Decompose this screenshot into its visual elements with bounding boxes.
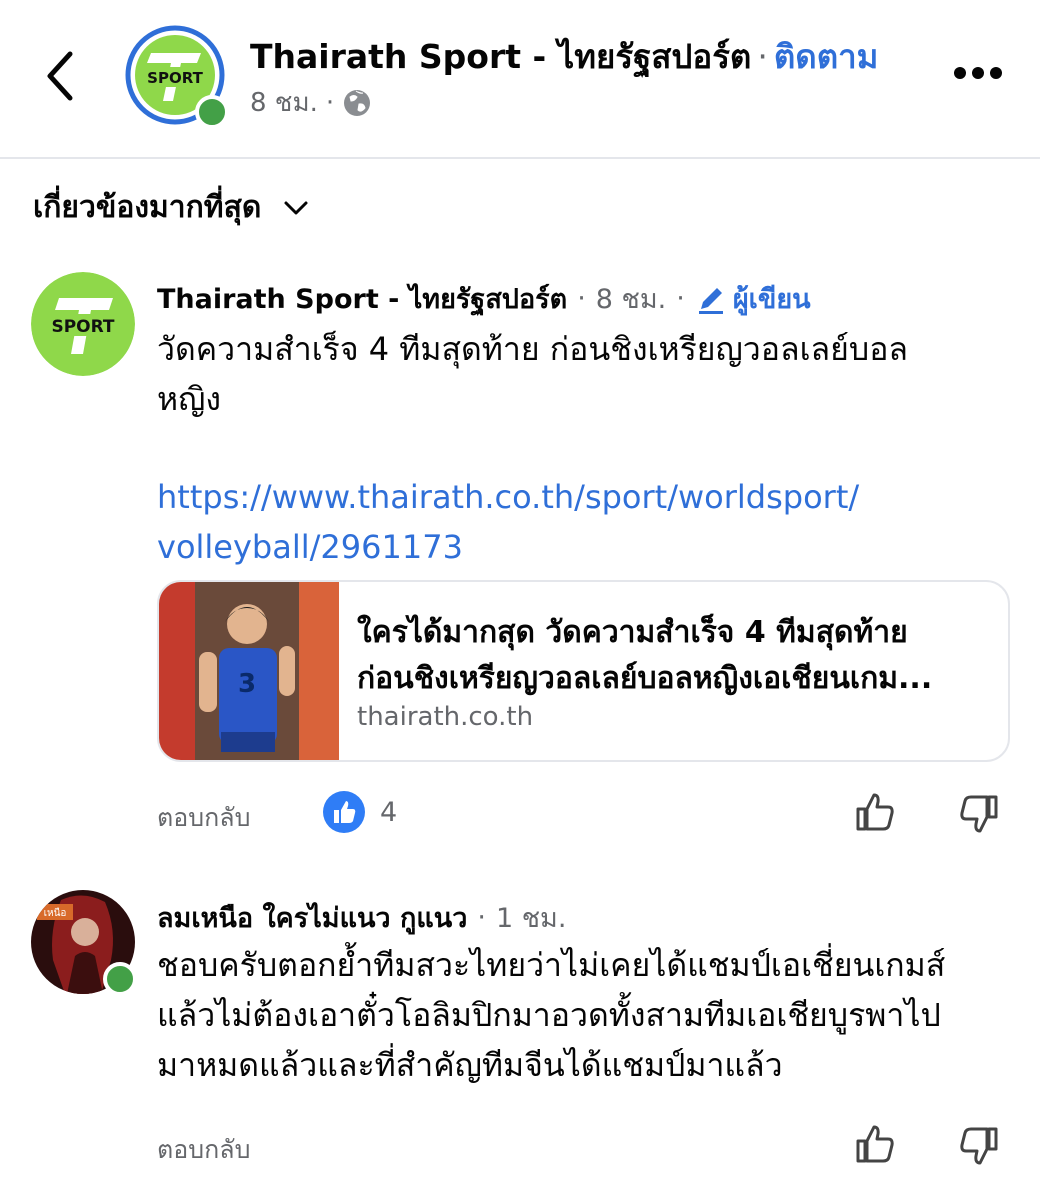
reaction-summary[interactable]: 4	[322, 790, 397, 834]
online-indicator	[195, 95, 229, 129]
post-time[interactable]: 8 ชม.	[250, 82, 318, 123]
comment-avatar[interactable]: เหนือ	[31, 890, 137, 996]
comment-link[interactable]: https://www.thairath.co.th/sport/worldsp…	[157, 472, 859, 572]
comment-text-line: ชอบครับตอกย้ำทีมสวะไทยว่าไม่เคยได้แชมป์เ…	[157, 946, 946, 984]
link-line[interactable]: volleyball/2961173	[157, 522, 859, 572]
author-badge: ผู้เขียน	[732, 284, 811, 315]
reply-button[interactable]: ตอบกลับ	[157, 1130, 250, 1170]
comment-avatar[interactable]: SPORT	[31, 272, 135, 376]
globe-icon	[344, 89, 371, 116]
link-line[interactable]: https://www.thairath.co.th/sport/worldsp…	[157, 472, 859, 522]
link-preview-title: ใครได้มากสุด วัดความสำเร็จ 4 ทีมสุดท้าย …	[357, 610, 932, 702]
page-name[interactable]: Thairath Sport - ไทยรัฐสปอร์ต	[250, 37, 751, 76]
online-indicator	[103, 962, 137, 996]
comment-text: วัดความสำเร็จ 4 ทีมสุดท้าย ก่อนชิงเหรียญ…	[157, 324, 908, 424]
header-divider	[0, 157, 1040, 159]
comment-time[interactable]: 8 ชม.	[596, 277, 666, 320]
thumbs-down-icon	[960, 795, 998, 833]
link-preview-domain: thairath.co.th	[357, 702, 534, 732]
comment-text: ชอบครับตอกย้ำทีมสวะไทยว่าไม่เคยได้แชมป์เ…	[157, 940, 945, 1090]
comment-author-row: ลมเหนือ ใครไม่แนว กูแนว · 1 ชม.	[157, 896, 566, 939]
card-title-line: ก่อนชิงเหรียญวอลเลย์บอลหญิงเอเชียนเกม...	[357, 661, 933, 696]
header-title-row: Thairath Sport - ไทยรัฐสปอร์ต · ติดตาม	[250, 30, 878, 83]
like-count: 4	[380, 796, 398, 828]
comment-author[interactable]: ลมเหนือ ใครไม่แนว กูแนว	[157, 896, 467, 939]
link-preview-image: 3	[159, 582, 339, 760]
more-dots-icon	[954, 67, 1002, 79]
meta-separator: ·	[477, 902, 486, 933]
comment-text-line: มาหมดแล้วและที่สำคัญทีมจีนได้แชมป์มาแล้ว	[157, 1046, 783, 1084]
comment-text-line: วัดความสำเร็จ 4 ทีมสุดท้าย ก่อนชิงเหรียญ…	[157, 330, 909, 368]
comment-author-row: Thairath Sport - ไทยรัฐสปอร์ต · 8 ชม. · …	[157, 277, 811, 320]
comment-text-line: แล้วไม่ต้องเอาตั๋วโอลิมปิกมาอวดทั้งสามที…	[157, 996, 941, 1034]
title-separator: ·	[757, 37, 768, 76]
more-options-button[interactable]	[948, 58, 1008, 88]
link-preview-card[interactable]: 3 ใครได้มากสุด วัดความสำเร็จ 4 ทีมสุดท้า…	[157, 580, 1010, 762]
like-reaction-icon	[323, 791, 365, 833]
reply-button[interactable]: ตอบกลับ	[157, 798, 250, 838]
chevron-down-icon	[284, 201, 308, 214]
chevron-left-icon	[47, 51, 73, 101]
comment-time[interactable]: 1 ชม.	[496, 896, 566, 939]
thumbs-up-icon	[856, 793, 894, 831]
meta-separator: ·	[325, 87, 335, 118]
comment-author[interactable]: Thairath Sport - ไทยรัฐสปอร์ต	[157, 277, 567, 320]
like-button[interactable]	[853, 1122, 897, 1170]
post-meta: 8 ชม. ·	[250, 82, 372, 123]
meta-separator: ·	[676, 283, 685, 314]
comment-sort-dropdown[interactable]: เกี่ยวข้องมากที่สุด	[33, 184, 309, 231]
thumbs-up-icon	[856, 1125, 894, 1163]
follow-button[interactable]: ติดตาม	[774, 37, 879, 76]
svg-text:SPORT: SPORT	[51, 317, 114, 337]
meta-separator: ·	[577, 283, 586, 314]
like-button[interactable]	[853, 790, 897, 838]
dislike-button[interactable]	[957, 1124, 1001, 1172]
page-avatar[interactable]: SPORT	[123, 23, 229, 129]
pencil-icon	[698, 287, 723, 314]
thumbs-down-icon	[960, 1127, 998, 1165]
dislike-button[interactable]	[957, 792, 1001, 840]
svg-text:เหนือ: เหนือ	[44, 907, 67, 919]
back-button[interactable]	[38, 48, 88, 104]
comment-text-line: หญิง	[157, 380, 221, 418]
svg-text:SPORT: SPORT	[147, 69, 203, 87]
svg-text:3: 3	[238, 669, 256, 699]
thairath-sport-logo: SPORT	[31, 272, 135, 376]
card-title-line: ใครได้มากสุด วัดความสำเร็จ 4 ทีมสุดท้าย	[357, 615, 908, 650]
sort-label: เกี่ยวข้องมากที่สุด	[33, 190, 262, 225]
